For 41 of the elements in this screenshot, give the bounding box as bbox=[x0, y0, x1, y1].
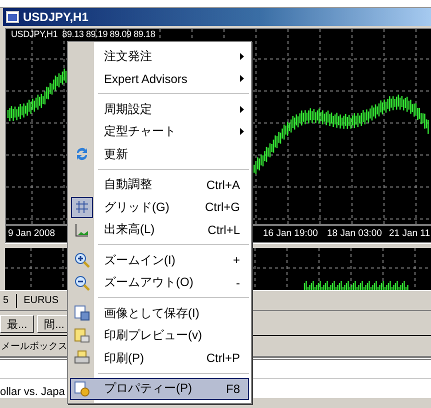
menu-item[interactable]: 自動調整 Ctrl+A bbox=[70, 174, 249, 196]
shortcut-label: Ctrl+P bbox=[206, 351, 240, 366]
chart-window-icon bbox=[6, 11, 19, 23]
menu-item[interactable]: ズームアウト(O) - bbox=[70, 272, 249, 294]
zoom-out-icon bbox=[74, 274, 90, 291]
menu-item[interactable]: 出来高(L) Ctrl+L bbox=[70, 218, 249, 241]
chart-header: USDJPY,H1 89.13 89.19 89.09 89.18 bbox=[11, 29, 156, 39]
menu-item[interactable]: 周期設定 bbox=[70, 98, 249, 120]
menu-item[interactable]: 印刷プレビュー(v) bbox=[70, 324, 249, 347]
menu-item[interactable]: 画像として保存(I) bbox=[70, 302, 249, 324]
time-axis-label: 16 Jan 19:00 bbox=[263, 228, 318, 239]
refresh-icon bbox=[74, 146, 90, 162]
shortcut-label: Ctrl+L bbox=[208, 222, 240, 237]
menu-item[interactable]: 更新 bbox=[70, 143, 249, 166]
volume-chart-icon bbox=[74, 222, 90, 238]
time-axis-label: 9 Jan 2008 bbox=[8, 228, 56, 239]
menu-item[interactable]: プロパティー(P) F8 bbox=[70, 378, 249, 400]
symbol-description: ollar vs. Japa bbox=[0, 386, 65, 398]
menu-item[interactable]: ズームイン(I) + bbox=[70, 249, 249, 272]
shortcut-label: Ctrl+A bbox=[206, 178, 240, 192]
properties-icon bbox=[74, 380, 90, 397]
menu-item[interactable]: 注文発注 bbox=[70, 45, 249, 68]
time-axis-label: 21 Jan 11 bbox=[389, 228, 430, 239]
shortcut-label: F8 bbox=[226, 382, 240, 396]
printer-icon bbox=[74, 350, 90, 366]
symbol-tab[interactable]: EURUS bbox=[20, 295, 62, 306]
menu-item[interactable]: グリッド(G) Ctrl+G bbox=[70, 196, 249, 218]
shortcut-label: + bbox=[232, 253, 240, 268]
menu-item[interactable]: 定型チャート bbox=[70, 120, 249, 143]
mailbox-tab[interactable]: メールボックス bbox=[1, 340, 68, 352]
menu-item[interactable]: 印刷(P) Ctrl+P bbox=[70, 347, 249, 370]
column-button[interactable]: 最... bbox=[0, 315, 34, 333]
shortcut-label: Ctrl+G bbox=[204, 200, 240, 214]
print-preview-icon bbox=[74, 328, 90, 344]
window-title: USDJPY,H1 bbox=[23, 10, 88, 24]
zoom-in-icon bbox=[74, 252, 90, 268]
shortcut-label: - bbox=[236, 276, 240, 290]
time-axis-label: 18 Jan 03:00 bbox=[327, 228, 382, 239]
save-image-icon bbox=[74, 305, 90, 322]
menu-item[interactable]: Expert Advisors bbox=[70, 68, 249, 90]
symbol-tab[interactable]: 5 bbox=[0, 295, 12, 306]
